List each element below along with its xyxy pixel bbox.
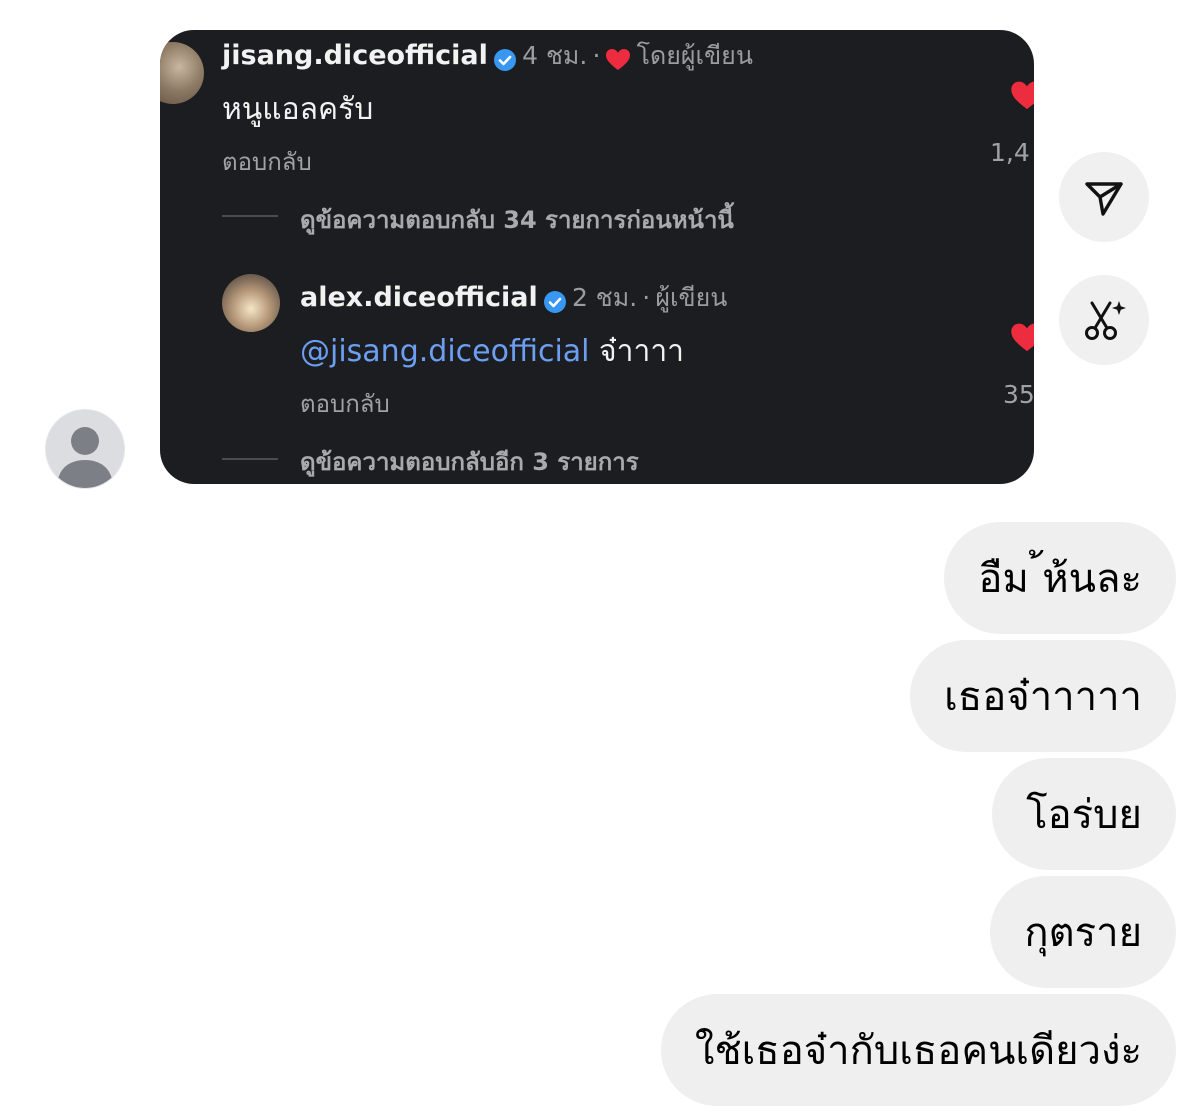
author-label: ผู้เขียน bbox=[655, 283, 728, 312]
comment2-text: @jisang.diceofficial จ๋าาาา bbox=[300, 328, 684, 375]
thread-line bbox=[222, 458, 278, 460]
message-bubble[interactable]: เธอจ๋าาาาา bbox=[910, 640, 1176, 752]
comment1-header: jisang.diceofficial 4 ชม. · โดยผู้เขียน bbox=[222, 36, 753, 76]
message-bubble[interactable]: ใช้เธอจ๋ากับเธอคนเดียวง่ะ bbox=[660, 994, 1176, 1106]
message-bubble[interactable]: กุตราย bbox=[990, 876, 1176, 988]
separator-dot: · bbox=[642, 283, 651, 312]
comment1-like-icon bbox=[1011, 81, 1034, 110]
sender-avatar[interactable] bbox=[46, 410, 124, 488]
message-bubble[interactable]: โอร่บย bbox=[992, 758, 1176, 870]
default-user-icon bbox=[57, 427, 113, 488]
message-bubble[interactable]: อืม ้ห้นละ bbox=[944, 522, 1176, 634]
ai-edit-button[interactable] bbox=[1059, 275, 1149, 365]
comment1-reply-button: ตอบกลับ bbox=[222, 148, 312, 176]
commenter-avatar bbox=[160, 42, 204, 104]
comment2-header: alex.diceofficial 2 ชม. · ผู้เขียน bbox=[300, 278, 727, 318]
comment2-like-icon bbox=[1011, 323, 1034, 352]
comment2-body: จ๋าาาา bbox=[589, 334, 685, 369]
separator-dot: · bbox=[592, 41, 601, 70]
comment2-time: 2 ชม. bbox=[571, 283, 638, 312]
heart-icon bbox=[606, 48, 631, 70]
share-button[interactable] bbox=[1059, 152, 1149, 242]
view-more-replies: ดูข้อความตอบกลับอีก 3 รายการ bbox=[300, 448, 639, 476]
send-icon bbox=[1085, 182, 1123, 216]
chat-thread: jisang.diceofficial 4 ชม. · โดยผู้เขียน … bbox=[0, 0, 1200, 1115]
comment2-reply-button: ตอบกลับ bbox=[300, 390, 390, 418]
view-previous-replies: ดูข้อความตอบกลับ 34 รายการก่อนหน้านี้ bbox=[300, 206, 734, 234]
verified-icon bbox=[494, 48, 516, 71]
mention-link: @jisang.diceofficial bbox=[300, 334, 590, 369]
thread-line bbox=[222, 215, 278, 217]
comment1-time: 4 ชม. bbox=[522, 41, 588, 70]
comment1-like-count: 1,4 bbox=[990, 138, 1030, 167]
comment2-like-count: 35 bbox=[1003, 380, 1034, 409]
verified-icon bbox=[543, 290, 566, 313]
comment2-username: alex.diceofficial bbox=[300, 282, 538, 313]
reply-avatar bbox=[222, 274, 280, 332]
comment1-username: jisang.diceofficial bbox=[222, 40, 488, 71]
liked-by-author-label: โดยผู้เขียน bbox=[636, 41, 753, 70]
comment1-text: หนูแอลครับ bbox=[222, 92, 374, 127]
shared-image[interactable]: jisang.diceofficial 4 ชม. · โดยผู้เขียน … bbox=[160, 30, 1034, 484]
scissors-sparkle-icon bbox=[1085, 301, 1126, 340]
